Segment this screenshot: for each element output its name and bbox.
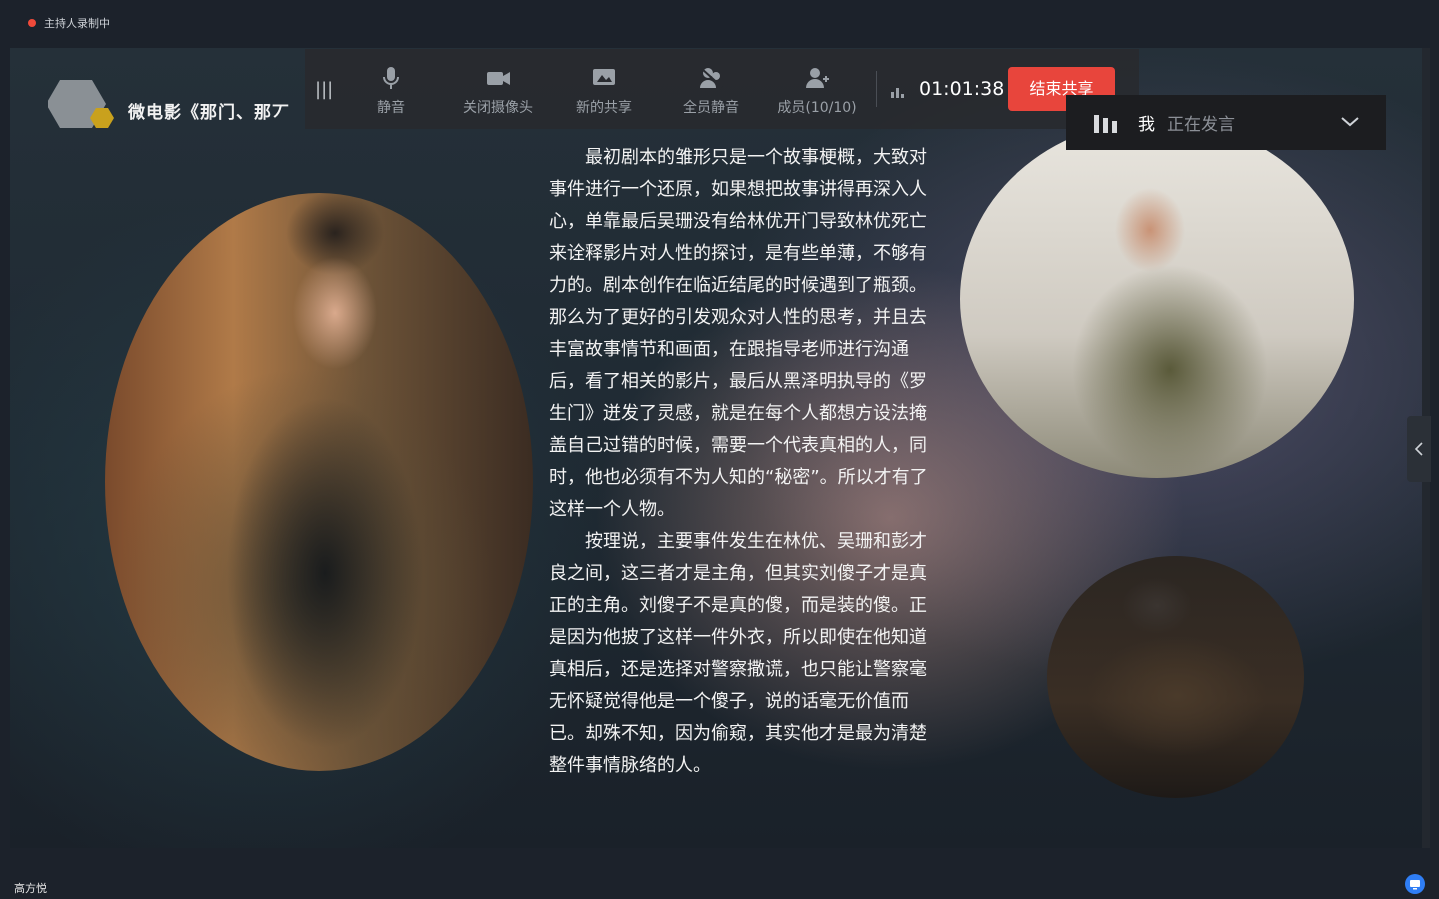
camera-icon [487, 72, 510, 85]
actor-dark-room-photo [1047, 556, 1304, 798]
mute-label: 静音 [377, 100, 405, 116]
monitor-icon [1410, 880, 1420, 890]
microphone-icon [383, 67, 399, 89]
shared-screen: 微电影《那门、那丆 最初剧本的雏形只是一个故事梗概，大致对事件进行一个还原，如果… [10, 48, 1430, 848]
meeting-timer: 01:01:38 [919, 78, 1005, 100]
actor-whiteboard-photo [960, 120, 1354, 478]
screen-share-status-icon[interactable] [1405, 874, 1425, 894]
speaker-name: 我 [1138, 115, 1155, 135]
top-status-bar [10, 0, 1430, 48]
slide-title: 微电影《那门、那丆 [128, 103, 290, 123]
add-member-icon [806, 68, 829, 88]
meeting-window: 主持人录制中 微电影《那门、那丆 最初剧本的雏形只是一个故事梗概，大致对事件进行… [0, 0, 1439, 899]
members-label: 成员(10/10) [777, 100, 857, 116]
chevron-left-icon [1414, 442, 1423, 456]
mute-all-label: 全员静音 [683, 100, 739, 116]
slide-article: 最初剧本的雏形只是一个故事梗概，大致对事件进行一个还原，如果想把故事讲得再深入人… [549, 142, 939, 782]
toolbar-divider [876, 71, 877, 107]
side-panel-toggle[interactable] [1407, 416, 1431, 482]
active-speaker-panel: 我 正在发言 [1066, 95, 1386, 150]
user-name-label: 高方悦 [14, 882, 47, 895]
new-share-button[interactable]: 新的共享 [554, 65, 654, 117]
article-paragraph-2: 按理说，主要事件发生在林优、吴珊和彭才良之间，这三者才是主角，但其实刘傻子才是真… [549, 531, 927, 776]
meeting-toolbar: ||| 静音 关闭摄像头 新的共享 全员静音 成员(10/10) 01:01:3… [305, 49, 1139, 129]
screen-share-icon [593, 69, 615, 85]
audio-level-icon [1094, 114, 1117, 133]
mute-button[interactable]: 静音 [341, 65, 441, 117]
recording-indicator: 主持人录制中 [28, 15, 110, 31]
mute-all-button[interactable]: 全员静音 [661, 65, 761, 117]
mute-all-icon [700, 68, 723, 88]
members-button[interactable]: 成员(10/10) [767, 65, 867, 117]
camera-off-button[interactable]: 关闭摄像头 [448, 65, 548, 117]
network-signal-icon [891, 88, 904, 98]
recording-label: 主持人录制中 [44, 17, 110, 30]
new-share-label: 新的共享 [576, 100, 632, 116]
camera-off-label: 关闭摄像头 [463, 100, 533, 116]
drag-handle-icon[interactable]: ||| [315, 79, 333, 100]
article-paragraph-1: 最初剧本的雏形只是一个故事梗概，大致对事件进行一个还原，如果想把故事讲得再深入人… [549, 147, 928, 520]
recording-dot-icon [28, 19, 36, 27]
chevron-down-icon[interactable] [1340, 115, 1360, 129]
hexagon-logo-icon [48, 80, 114, 128]
speaker-status: 正在发言 [1167, 115, 1235, 135]
actor-portrait-photo [105, 193, 533, 771]
